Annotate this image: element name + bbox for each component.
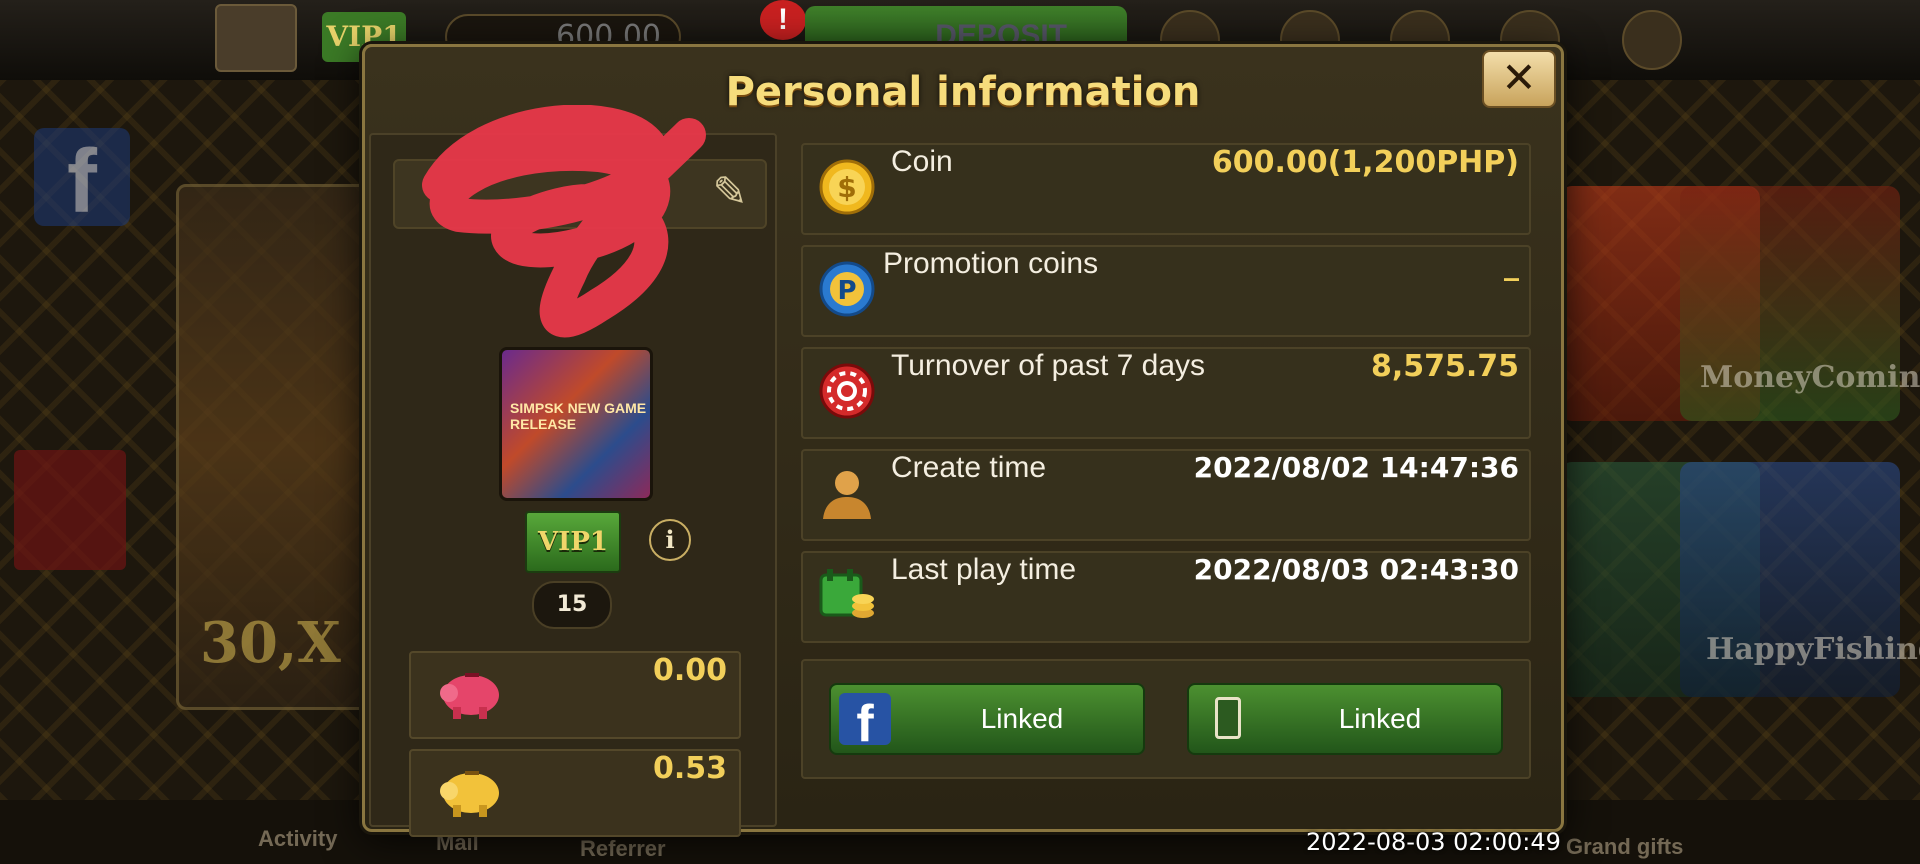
personal-info-dialog: Personal information ✕ ✎ SIMPSK NEW GAME… [362,44,1564,837]
side-banner-icon[interactable] [14,450,126,570]
nav-activity[interactable]: Activity [258,826,337,852]
avatar-caption: SIMPSK NEW GAME RELEASE [510,400,647,432]
edit-icon[interactable]: ✎ [707,169,753,215]
phone-linked-button[interactable]: Linked [1187,683,1503,755]
facebook-linked-label: Linked [980,703,1064,734]
create-time-value: 2022/08/02 14:47:36 [1193,451,1519,484]
facebook-side-icon[interactable]: f [34,128,130,232]
phone-linked-label: Linked [1338,703,1422,734]
create-time-label: Create time [891,451,1047,484]
avatar[interactable]: SIMPSK NEW GAME RELEASE [499,347,653,501]
user-silhouette-icon [823,471,871,519]
promotion-coins-value: _ [1504,247,1519,282]
red-piggy-bank-icon [440,673,499,719]
nav-referrer[interactable]: Referrer [580,836,666,862]
turnover-value: 8,575.75 [1370,349,1519,384]
dialog-title: Personal information [725,69,1201,115]
svg-text:$: $ [837,171,856,204]
phone-icon [1215,697,1241,739]
avatar-thumbnail[interactable] [215,4,297,72]
gold-coin-icon: $ [819,159,875,215]
piggy-bank-red-value: 0.00 [652,653,727,688]
profile-panel: ✎ SIMPSK NEW GAME RELEASE VIP1 i 15 0.00 [369,105,777,837]
screenshot-timestamp: 2022-08-03 02:00:49 [1306,828,1561,856]
game-card-jili-text: 30,X [200,610,341,676]
facebook-icon: f [839,693,891,753]
level-badge: 15 [532,581,612,629]
facebook-linked-button[interactable]: f Linked [829,683,1145,755]
game-label-happyfishing: HappyFishing [1706,632,1920,667]
nav-grand-gifts[interactable]: Grand gifts [1566,834,1683,860]
coin-value: 600.00(1,200PHP) [1211,145,1519,180]
piggy-bank-gold-value: 0.53 [652,751,727,786]
calendar-coins-icon [819,569,874,618]
last-play-time-value: 2022/08/03 02:43:30 [1193,553,1519,586]
close-button[interactable]: ✕ [1482,50,1556,108]
last-play-time-label: Last play time [891,553,1077,586]
gold-piggy-bank-icon [440,771,499,817]
coin-row: $ Coin 600.00(1,200PHP) [801,143,1531,235]
turnover-row: Turnover of past 7 days 8,575.75 [801,347,1531,439]
turnover-label: Turnover of past 7 days [891,349,1206,382]
info-icon[interactable]: i [649,519,691,561]
promotion-coins-row: P Promotion coins _ [801,245,1531,337]
account-links-panel: f Linked Linked [801,659,1531,779]
piggy-bank-gold-row: 0.53 [409,749,741,837]
piggy-bank-red-row: 0.00 [409,651,741,739]
alert-badge-icon: ! [760,0,806,40]
coin-label: Coin [891,145,953,178]
svg-text:P: P [837,276,856,306]
vip-badge: VIP1 [525,511,621,573]
nickname-field[interactable]: ✎ [393,159,767,229]
promotion-coin-icon: P [819,261,875,317]
create-time-row: Create time 2022/08/02 14:47:36 [801,449,1531,541]
promotion-coins-label: Promotion coins [883,247,1099,280]
game-label-moneycomin: MoneyComin [1700,360,1920,395]
menu-icon[interactable] [1622,10,1682,70]
chip-icon [819,363,875,419]
last-play-time-row: Last play time 2022/08/03 02:43:30 [801,551,1531,643]
